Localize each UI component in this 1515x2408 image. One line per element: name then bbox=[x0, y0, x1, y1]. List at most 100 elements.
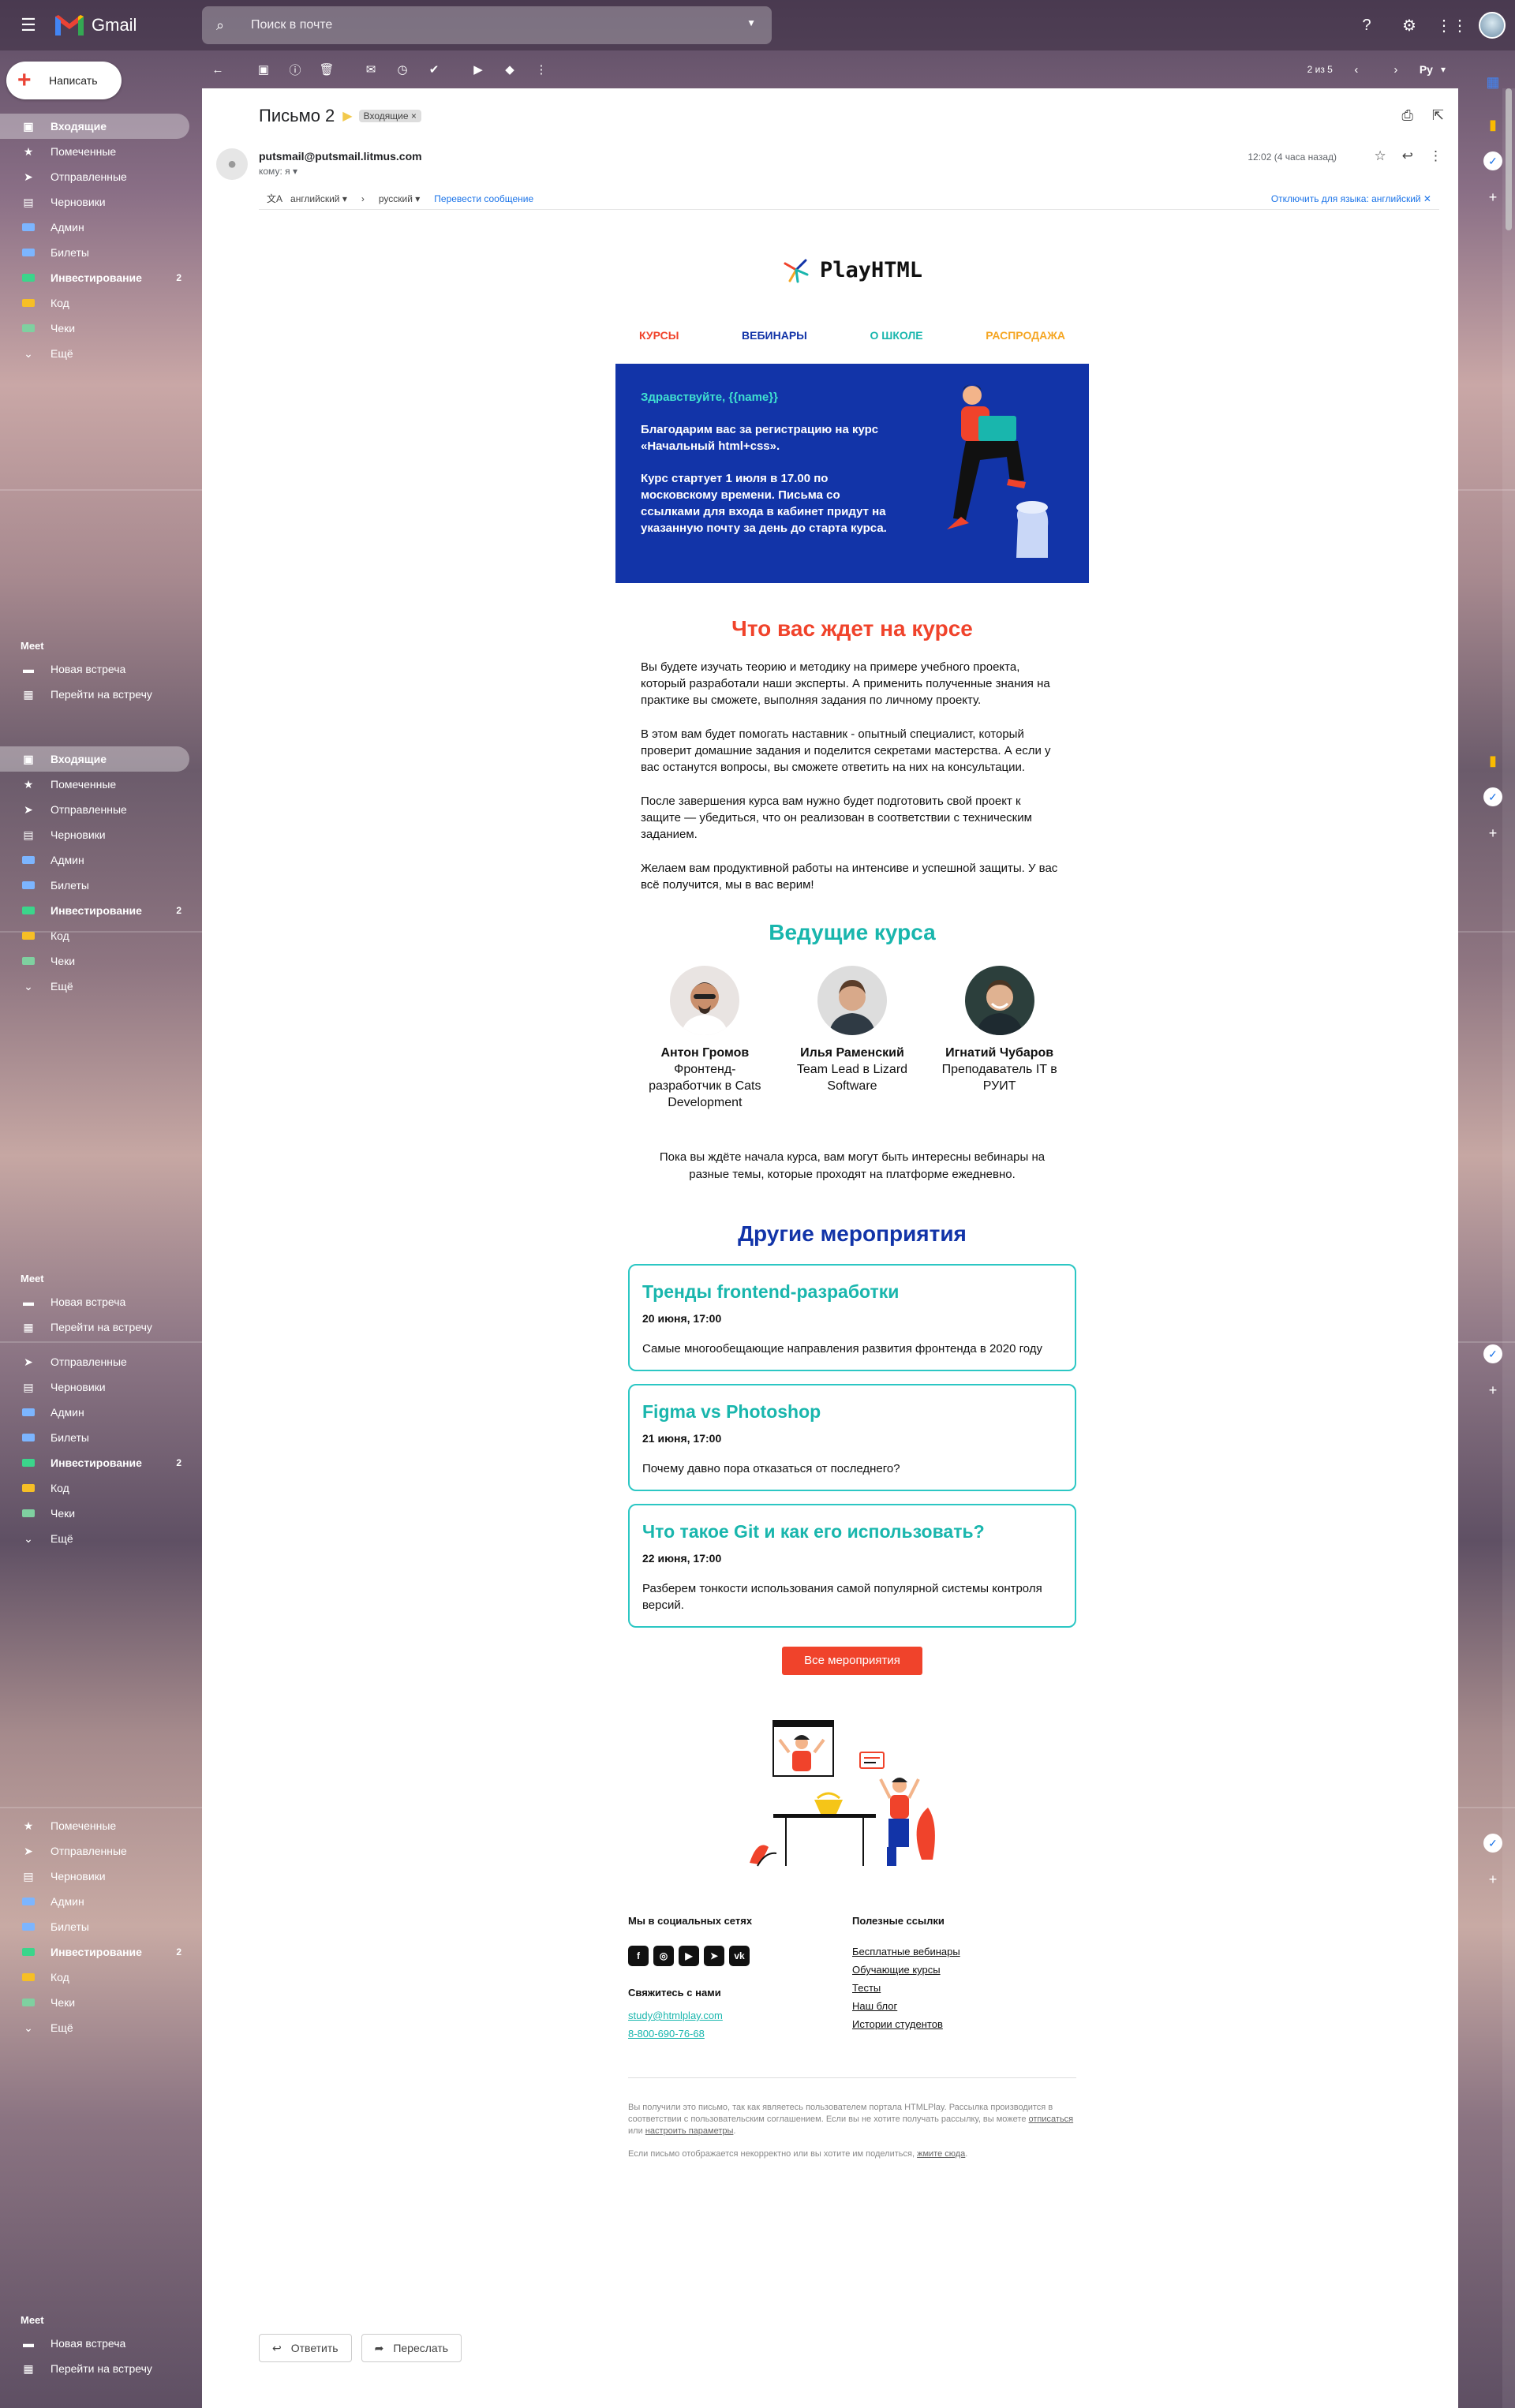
sidebar-item-sent[interactable]: ➤ Отправленные bbox=[0, 164, 202, 189]
view-online-link[interactable]: жмите сюда bbox=[917, 2149, 965, 2159]
sidebar-item-investing[interactable]: Инвестирование 2 bbox=[0, 265, 202, 290]
sidebar-item-inbox[interactable]: ▣ Входящие bbox=[0, 114, 189, 139]
tasks-icon[interactable]: ✓ bbox=[1483, 1834, 1502, 1853]
nav-sale-link[interactable]: РАСПРОДАЖА bbox=[986, 329, 1065, 342]
event-title[interactable]: Тренды frontend-разработки bbox=[642, 1281, 1062, 1303]
sidebar-item-investing[interactable]: Инвестирование 2 bbox=[0, 898, 202, 923]
event-card[interactable]: Тренды frontend-разработки 20 июня, 17:0… bbox=[628, 1264, 1076, 1371]
target-language-select[interactable]: русский ▾ bbox=[379, 193, 420, 204]
instagram-icon[interactable]: ◎ bbox=[653, 1946, 674, 1966]
print-icon[interactable]: ⎙ bbox=[1402, 107, 1413, 124]
sidebar-item-more[interactable]: ⌄ Ещё bbox=[0, 1526, 202, 1551]
footer-link[interactable]: Тесты bbox=[852, 1982, 1076, 1994]
footer-link[interactable]: Бесплатные вебинары bbox=[852, 1946, 1076, 1957]
sidebar-item-sent[interactable]: ➤ Отправленные bbox=[0, 1349, 202, 1374]
sidebar-item-sent[interactable]: ➤ Отправленные bbox=[0, 1838, 202, 1864]
sidebar-item-tickets[interactable]: Билеты bbox=[0, 873, 202, 898]
reply-button[interactable]: ↩ Ответить bbox=[259, 2334, 352, 2362]
contact-email-link[interactable]: study@htmlplay.com bbox=[628, 2010, 852, 2021]
disable-translation-link[interactable]: Отключить для языка: английский ✕ bbox=[1271, 193, 1431, 204]
sidebar-item-admin[interactable]: Админ bbox=[0, 847, 202, 873]
move-to-icon[interactable]: ▶ bbox=[462, 54, 494, 85]
contact-phone-link[interactable]: 8-800-690-76-68 bbox=[628, 2028, 852, 2040]
sidebar-item-tickets[interactable]: Билеты bbox=[0, 1425, 202, 1450]
sender-email[interactable]: putsmail@putsmail.litmus.com bbox=[259, 150, 422, 163]
search-icon[interactable]: ⌕ bbox=[216, 17, 235, 34]
nav-about-link[interactable]: О ШКОЛЕ bbox=[870, 329, 923, 342]
sidebar-item-admin[interactable]: Админ bbox=[0, 1889, 202, 1914]
translate-message-link[interactable]: Перевести сообщение bbox=[434, 193, 533, 204]
all-events-button[interactable]: Все мероприятия bbox=[782, 1647, 922, 1675]
sidebar-item-receipts[interactable]: Чеки bbox=[0, 1990, 202, 2015]
search-bar[interactable]: ⌕ Поиск в почте ▼ bbox=[202, 6, 772, 44]
sidebar-item-starred[interactable]: ★ Помеченные bbox=[0, 772, 202, 797]
prev-chevron-icon[interactable]: ‹ bbox=[1341, 54, 1372, 85]
sidebar-item-receipts[interactable]: Чеки bbox=[0, 948, 202, 974]
gear-icon[interactable]: ⚙ bbox=[1393, 9, 1425, 41]
nav-courses-link[interactable]: КУРСЫ bbox=[639, 329, 679, 342]
search-options-icon[interactable]: ▼ bbox=[746, 17, 756, 28]
scrollbar-thumb[interactable] bbox=[1506, 88, 1512, 230]
sidebar-item-starred[interactable]: ★ Помеченные bbox=[0, 139, 202, 164]
archive-icon[interactable]: ▣ bbox=[248, 54, 279, 85]
sidebar-item-code[interactable]: Код bbox=[0, 1965, 202, 1990]
sidebar-item-more[interactable]: ⌄ Ещё bbox=[0, 974, 202, 999]
importance-marker-icon[interactable]: ▶ bbox=[342, 108, 352, 124]
sidebar-item-tickets[interactable]: Билеты bbox=[0, 240, 202, 265]
sidebar-item-inbox[interactable]: ▣ Входящие bbox=[0, 746, 189, 772]
vk-icon[interactable]: vk bbox=[729, 1946, 750, 1966]
sidebar-item-code[interactable]: Код bbox=[0, 1475, 202, 1501]
sidebar-item-admin[interactable]: Админ bbox=[0, 1400, 202, 1425]
sidebar-item-drafts[interactable]: ▤ Черновики bbox=[0, 1374, 202, 1400]
telegram-icon[interactable]: ➤ bbox=[704, 1946, 724, 1966]
sidebar-item-admin[interactable]: Админ bbox=[0, 215, 202, 240]
main-menu-icon[interactable]: ☰ bbox=[9, 6, 47, 44]
help-icon[interactable]: ? bbox=[1351, 9, 1382, 41]
search-input[interactable]: Поиск в почте bbox=[251, 18, 332, 32]
nav-webinars-link[interactable]: ВЕБИНАРЫ bbox=[742, 329, 807, 342]
source-language-select[interactable]: английский ▾ bbox=[290, 193, 347, 204]
snooze-icon[interactable]: ◷ bbox=[387, 54, 418, 85]
join-meeting-button[interactable]: ▦ Перейти на встречу bbox=[0, 682, 202, 707]
forward-button[interactable]: ➦ Переслать bbox=[361, 2334, 462, 2362]
gmail-logo[interactable]: Gmail bbox=[54, 13, 211, 37]
report-spam-icon[interactable]: ⓘ bbox=[279, 54, 311, 85]
inbox-label-chip[interactable]: Входящие × bbox=[358, 110, 421, 122]
add-task-icon[interactable]: ✔ bbox=[418, 54, 450, 85]
sidebar-item-code[interactable]: Код bbox=[0, 923, 202, 948]
sidebar-item-tickets[interactable]: Билеты bbox=[0, 1914, 202, 1939]
facebook-icon[interactable]: f bbox=[628, 1946, 649, 1966]
sidebar-item-more[interactable]: ⌄ Ещё bbox=[0, 341, 202, 366]
open-new-window-icon[interactable]: ⇱ bbox=[1432, 107, 1444, 124]
next-chevron-icon[interactable]: › bbox=[1380, 54, 1412, 85]
sidebar-item-receipts[interactable]: Чеки bbox=[0, 1501, 202, 1526]
event-card[interactable]: Figma vs Photoshop 21 июня, 17:00 Почему… bbox=[628, 1384, 1076, 1491]
tasks-icon[interactable]: ✓ bbox=[1483, 787, 1502, 806]
sidebar-item-investing[interactable]: Инвестирование 2 bbox=[0, 1939, 202, 1965]
recipient-details[interactable]: кому: я ▾ bbox=[259, 166, 297, 177]
event-title[interactable]: Figma vs Photoshop bbox=[642, 1401, 1062, 1423]
delete-icon[interactable]: 🗑 bbox=[311, 54, 342, 85]
account-avatar[interactable] bbox=[1479, 12, 1506, 39]
footer-link[interactable]: Наш блог bbox=[852, 2000, 1076, 2012]
tasks-icon[interactable]: ✓ bbox=[1483, 151, 1502, 170]
sidebar-item-sent[interactable]: ➤ Отправленные bbox=[0, 797, 202, 822]
sidebar-item-investing[interactable]: Инвестирование 2 bbox=[0, 1450, 202, 1475]
sidebar-item-drafts[interactable]: ▤ Черновики bbox=[0, 1864, 202, 1889]
compose-button[interactable]: + Написать bbox=[6, 62, 122, 99]
sidebar-item-starred[interactable]: ★ Помеченные bbox=[0, 1813, 202, 1838]
footer-link[interactable]: Обучающие курсы bbox=[852, 1964, 1076, 1976]
sidebar-item-code[interactable]: Код bbox=[0, 290, 202, 316]
star-icon[interactable]: ☆ bbox=[1375, 148, 1386, 164]
input-tools-button[interactable]: Ру bbox=[1420, 63, 1433, 76]
tasks-icon[interactable]: ✓ bbox=[1483, 1344, 1502, 1363]
more-vert-icon[interactable]: ⋮ bbox=[1429, 148, 1442, 164]
back-arrow-icon[interactable]: ← bbox=[202, 54, 234, 85]
new-meeting-button[interactable]: ▬ Новая встреча bbox=[0, 1289, 202, 1314]
youtube-icon[interactable]: ▶ bbox=[679, 1946, 699, 1966]
page-scrollbar[interactable] bbox=[1502, 88, 1515, 2408]
event-title[interactable]: Что такое Git и как его использовать? bbox=[642, 1521, 1062, 1542]
new-meeting-button[interactable]: ▬ Новая встреча bbox=[0, 2331, 202, 2356]
join-meeting-button[interactable]: ▦ Перейти на встречу bbox=[0, 2356, 202, 2381]
join-meeting-button[interactable]: ▦ Перейти на встречу bbox=[0, 1314, 202, 1340]
